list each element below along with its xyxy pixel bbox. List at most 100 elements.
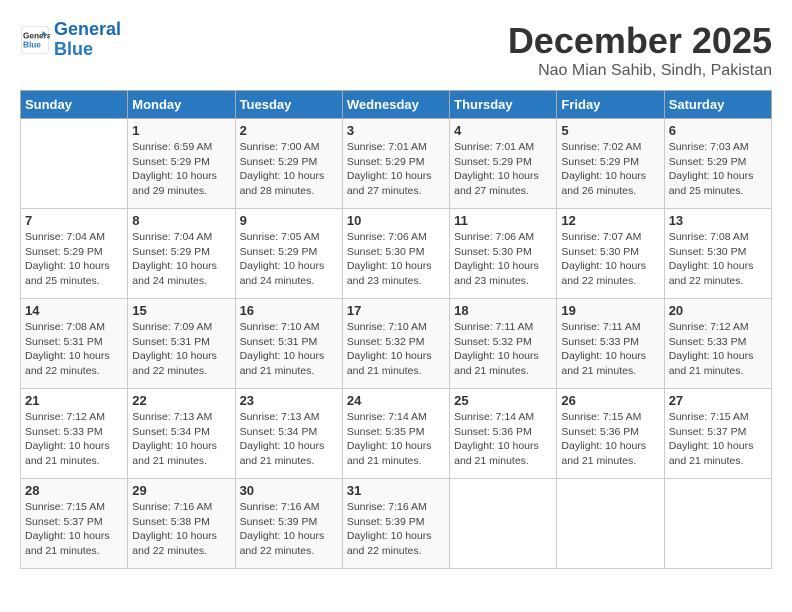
calendar-cell: 29 Sunrise: 7:16 AM Sunset: 5:38 PM Dayli… [128, 479, 235, 569]
calendar-cell: 4Sunrise: 7:01 AM Sunset: 5:29 PM Daylig… [450, 119, 557, 209]
day-info: Sunrise: 7:00 AM Sunset: 5:29 PM Dayligh… [240, 140, 338, 199]
calendar-cell [21, 119, 128, 209]
title-area: December 2025 Nao Mian Sahib, Sindh, Pak… [508, 20, 772, 80]
day-number: 24 [347, 393, 445, 408]
day-number: 1 [132, 123, 230, 138]
day-info: Sunrise: 7:09 AM Sunset: 5:31 PM Dayligh… [132, 320, 230, 379]
day-info: Sunrise: 7:10 AM Sunset: 5:31 PM Dayligh… [240, 320, 338, 379]
logo-icon: General Blue [20, 25, 50, 55]
day-info: Sunrise: 7:05 AM Sunset: 5:29 PM Dayligh… [240, 230, 338, 289]
day-info: Sunrise: 7:15 AM Sunset: 5:37 PM Dayligh… [25, 500, 123, 559]
day-info: Sunrise: 7:11 AM Sunset: 5:33 PM Dayligh… [561, 320, 659, 379]
day-number: 29 [132, 483, 230, 498]
location-title: Nao Mian Sahib, Sindh, Pakistan [508, 62, 772, 80]
calendar-cell: 17 Sunrise: 7:10 AM Sunset: 5:32 PM Dayli… [342, 299, 449, 389]
day-number: 28 [25, 483, 123, 498]
month-title: December 2025 [508, 20, 772, 62]
day-number: 2 [240, 123, 338, 138]
calendar-cell: 20 Sunrise: 7:12 AM Sunset: 5:33 PM Dayli… [664, 299, 771, 389]
calendar-cell: 24 Sunrise: 7:14 AM Sunset: 5:35 PM Dayli… [342, 389, 449, 479]
calendar-cell [450, 479, 557, 569]
day-number: 25 [454, 393, 552, 408]
calendar-cell: 28 Sunrise: 7:15 AM Sunset: 5:37 PM Dayli… [21, 479, 128, 569]
weekday-header-cell: Sunday [21, 91, 128, 119]
calendar-cell: 2 Sunrise: 7:00 AM Sunset: 5:29 PM Daylig… [235, 119, 342, 209]
calendar-cell: 5Sunrise: 7:02 AM Sunset: 5:29 PM Daylig… [557, 119, 664, 209]
calendar-cell: 1 Sunrise: 6:59 AM Sunset: 5:29 PM Daylig… [128, 119, 235, 209]
calendar-cell [557, 479, 664, 569]
day-number: 19 [561, 303, 659, 318]
day-info: Sunrise: 7:01 AM Sunset: 5:29 PM Dayligh… [347, 140, 445, 199]
day-info: Sunrise: 7:13 AM Sunset: 5:34 PM Dayligh… [132, 410, 230, 469]
calendar-cell: 14Sunrise: 7:08 AM Sunset: 5:31 PM Dayli… [21, 299, 128, 389]
day-info: Sunrise: 7:10 AM Sunset: 5:32 PM Dayligh… [347, 320, 445, 379]
calendar-cell: 23 Sunrise: 7:13 AM Sunset: 5:34 PM Dayli… [235, 389, 342, 479]
calendar-cell: 21 Sunrise: 7:12 AM Sunset: 5:33 PM Dayli… [21, 389, 128, 479]
calendar-cell: 18 Sunrise: 7:11 AM Sunset: 5:32 PM Dayli… [450, 299, 557, 389]
calendar-body: 1 Sunrise: 6:59 AM Sunset: 5:29 PM Daylig… [21, 119, 772, 569]
weekday-header-cell: Friday [557, 91, 664, 119]
day-info: Sunrise: 7:14 AM Sunset: 5:35 PM Dayligh… [347, 410, 445, 469]
day-number: 18 [454, 303, 552, 318]
svg-text:Blue: Blue [23, 40, 41, 49]
logo-text: GeneralBlue [54, 20, 121, 60]
calendar-cell: 15 Sunrise: 7:09 AM Sunset: 5:31 PM Dayli… [128, 299, 235, 389]
day-number: 16 [240, 303, 338, 318]
day-info: Sunrise: 7:06 AM Sunset: 5:30 PM Dayligh… [347, 230, 445, 289]
day-number: 13 [669, 213, 767, 228]
calendar-cell [664, 479, 771, 569]
calendar-cell: 3 Sunrise: 7:01 AM Sunset: 5:29 PM Daylig… [342, 119, 449, 209]
weekday-header-cell: Thursday [450, 91, 557, 119]
day-info: Sunrise: 7:14 AM Sunset: 5:36 PM Dayligh… [454, 410, 552, 469]
weekday-header-cell: Saturday [664, 91, 771, 119]
calendar-week-row: 1 Sunrise: 6:59 AM Sunset: 5:29 PM Daylig… [21, 119, 772, 209]
day-info: Sunrise: 7:15 AM Sunset: 5:36 PM Dayligh… [561, 410, 659, 469]
weekday-header-cell: Wednesday [342, 91, 449, 119]
calendar-cell: 25 Sunrise: 7:14 AM Sunset: 5:36 PM Dayli… [450, 389, 557, 479]
day-number: 9 [240, 213, 338, 228]
calendar-cell: 7Sunrise: 7:04 AM Sunset: 5:29 PM Daylig… [21, 209, 128, 299]
day-number: 15 [132, 303, 230, 318]
day-number: 31 [347, 483, 445, 498]
day-number: 17 [347, 303, 445, 318]
day-info: Sunrise: 7:03 AM Sunset: 5:29 PM Dayligh… [669, 140, 767, 199]
day-number: 4 [454, 123, 552, 138]
day-info: Sunrise: 7:11 AM Sunset: 5:32 PM Dayligh… [454, 320, 552, 379]
day-info: Sunrise: 7:12 AM Sunset: 5:33 PM Dayligh… [25, 410, 123, 469]
calendar-week-row: 21 Sunrise: 7:12 AM Sunset: 5:33 PM Dayli… [21, 389, 772, 479]
day-info: Sunrise: 6:59 AM Sunset: 5:29 PM Dayligh… [132, 140, 230, 199]
day-info: Sunrise: 7:16 AM Sunset: 5:39 PM Dayligh… [347, 500, 445, 559]
weekday-header-row: SundayMondayTuesdayWednesdayThursdayFrid… [21, 91, 772, 119]
day-number: 3 [347, 123, 445, 138]
logo: General Blue GeneralBlue [20, 20, 121, 60]
day-number: 21 [25, 393, 123, 408]
calendar-cell: 10Sunrise: 7:06 AM Sunset: 5:30 PM Dayli… [342, 209, 449, 299]
day-info: Sunrise: 7:13 AM Sunset: 5:34 PM Dayligh… [240, 410, 338, 469]
day-info: Sunrise: 7:12 AM Sunset: 5:33 PM Dayligh… [669, 320, 767, 379]
day-number: 11 [454, 213, 552, 228]
calendar-cell: 11 Sunrise: 7:06 AM Sunset: 5:30 PM Dayli… [450, 209, 557, 299]
calendar-cell: 9 Sunrise: 7:05 AM Sunset: 5:29 PM Daylig… [235, 209, 342, 299]
day-number: 27 [669, 393, 767, 408]
weekday-header-cell: Tuesday [235, 91, 342, 119]
calendar-cell: 16 Sunrise: 7:10 AM Sunset: 5:31 PM Dayli… [235, 299, 342, 389]
calendar-week-row: 7Sunrise: 7:04 AM Sunset: 5:29 PM Daylig… [21, 209, 772, 299]
day-number: 23 [240, 393, 338, 408]
day-info: Sunrise: 7:07 AM Sunset: 5:30 PM Dayligh… [561, 230, 659, 289]
day-number: 6 [669, 123, 767, 138]
day-info: Sunrise: 7:02 AM Sunset: 5:29 PM Dayligh… [561, 140, 659, 199]
calendar-cell: 31 Sunrise: 7:16 AM Sunset: 5:39 PM Dayli… [342, 479, 449, 569]
calendar-cell: 27Sunrise: 7:15 AM Sunset: 5:37 PM Dayli… [664, 389, 771, 479]
day-info: Sunrise: 7:16 AM Sunset: 5:38 PM Dayligh… [132, 500, 230, 559]
day-info: Sunrise: 7:06 AM Sunset: 5:30 PM Dayligh… [454, 230, 552, 289]
calendar-cell: 13Sunrise: 7:08 AM Sunset: 5:30 PM Dayli… [664, 209, 771, 299]
day-info: Sunrise: 7:08 AM Sunset: 5:31 PM Dayligh… [25, 320, 123, 379]
calendar-week-row: 28 Sunrise: 7:15 AM Sunset: 5:37 PM Dayli… [21, 479, 772, 569]
day-number: 20 [669, 303, 767, 318]
day-info: Sunrise: 7:04 AM Sunset: 5:29 PM Dayligh… [132, 230, 230, 289]
day-info: Sunrise: 7:16 AM Sunset: 5:39 PM Dayligh… [240, 500, 338, 559]
calendar-table: SundayMondayTuesdayWednesdayThursdayFrid… [20, 90, 772, 569]
day-number: 12 [561, 213, 659, 228]
day-info: Sunrise: 7:04 AM Sunset: 5:29 PM Dayligh… [25, 230, 123, 289]
calendar-cell: 12 Sunrise: 7:07 AM Sunset: 5:30 PM Dayli… [557, 209, 664, 299]
